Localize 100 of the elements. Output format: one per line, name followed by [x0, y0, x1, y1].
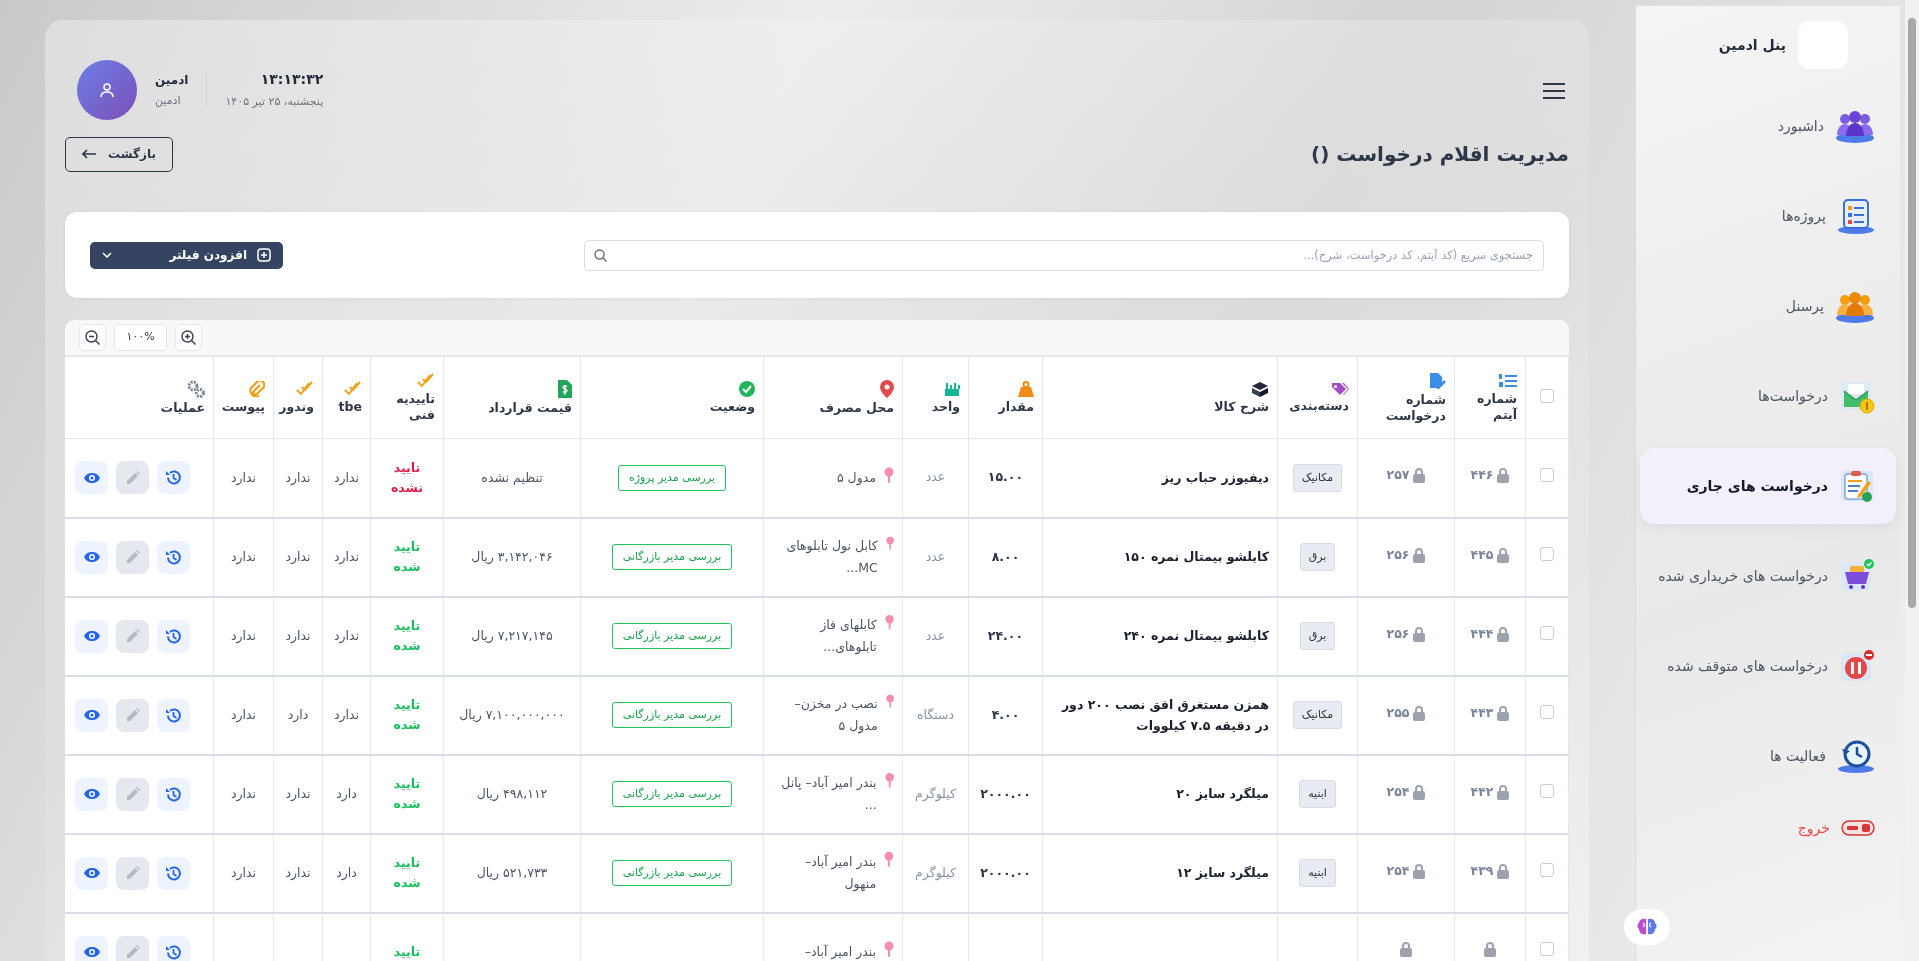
checkbox[interactable] — [1540, 942, 1554, 957]
history-icon — [165, 943, 182, 961]
checkbox[interactable] — [1540, 784, 1554, 799]
vendor-value: ندارد — [285, 549, 311, 565]
request-number: ۲۵۴ — [1386, 782, 1410, 801]
attachment-value: ندارد — [230, 707, 257, 723]
column-header: وضعیت — [709, 398, 755, 414]
user-role: ادمین — [155, 92, 182, 109]
request-number: ۲۵۷ — [1386, 466, 1410, 485]
contract-price: ۷,۱۰۰,۰۰۰,۰۰۰ ریال — [459, 707, 565, 723]
checkbox[interactable] — [1540, 863, 1554, 878]
zoom-level: ۱۰۰% — [114, 324, 167, 351]
view-button[interactable] — [75, 461, 108, 495]
status-tag: بررسی مدیر بازرگانی — [611, 622, 733, 650]
document-edit-icon — [1428, 371, 1446, 390]
column-header: شماره آیتم — [1477, 390, 1517, 422]
add-filter-button[interactable]: افزودن فیلتر — [90, 241, 283, 269]
request-number: ۲۵۴ — [1386, 861, 1410, 880]
item-description: میلگرد سایز ۱۲ — [1176, 865, 1269, 881]
sidebar-item[interactable]: درخواست های متوقف شده — [1640, 628, 1896, 704]
view-button[interactable] — [75, 698, 108, 732]
lock-icon — [1497, 863, 1510, 879]
box-icon — [1251, 380, 1269, 397]
approval-status: تایید شده — [393, 855, 421, 890]
history-button[interactable] — [157, 461, 190, 495]
clock-time: ۱۳:۱۳:۳۲ — [259, 70, 324, 90]
location-pin-icon — [884, 466, 894, 483]
location-text: نصب در مخزن– مدول ۵ — [793, 695, 878, 736]
quantity: ۲۰۰۰.۰۰ — [980, 864, 1031, 880]
view-button[interactable] — [75, 856, 108, 890]
vendor-value: دارد — [287, 707, 309, 723]
search-field[interactable]: جستجوی سریع (کد آیتم، کد درخواست، شرح)... — [584, 239, 1544, 271]
approval-status: تایید شده — [393, 618, 421, 653]
checkbox[interactable] — [1540, 705, 1554, 720]
item-description: همزن مستغرق افق نصب ۲۰۰ دور در دقیقه ۷.۵ کیلووات — [1061, 696, 1269, 733]
history-button[interactable] — [157, 540, 190, 574]
contract-price: تنظیم نشده — [481, 469, 543, 485]
column-header: وندور — [279, 398, 314, 414]
column-header: tbe — [338, 398, 362, 414]
assistant-button[interactable] — [1624, 909, 1670, 945]
vendor-value: ندارد — [285, 865, 311, 881]
category-tag: ابنیه — [1299, 858, 1336, 888]
date-text: پنجشنبه، ۲۵ تیر ۱۴۰۵ — [225, 94, 324, 111]
double-check-icon — [296, 380, 314, 397]
zoom-in-button[interactable] — [175, 324, 202, 351]
zoom-out-button[interactable] — [79, 324, 106, 351]
view-button[interactable] — [75, 777, 108, 811]
quantity: ۲۴.۰۰ — [987, 627, 1024, 643]
menu-icon — [1543, 82, 1565, 99]
checkbox[interactable] — [1540, 467, 1554, 482]
history-button[interactable] — [157, 935, 190, 961]
tbe-value: دارد — [336, 865, 357, 881]
sidebar-item[interactable]: پرسنل — [1640, 268, 1896, 344]
weight-icon — [1018, 380, 1034, 397]
view-button[interactable] — [75, 619, 108, 653]
view-button[interactable] — [75, 935, 108, 961]
sidebar-item[interactable]: درخواست های جاری — [1640, 448, 1896, 524]
back-button[interactable]: بازگشت — [65, 136, 173, 172]
lock-icon — [1497, 784, 1510, 800]
zoom-in-icon — [181, 330, 196, 345]
contract-price: ۴۹۸,۱۱۲ ریال — [476, 786, 548, 802]
sidebar-item[interactable]: داشبورد — [1640, 88, 1896, 164]
tbe-value: ندارد — [333, 469, 360, 485]
avatar — [77, 60, 137, 120]
attachment-value: ندارد — [230, 469, 257, 485]
checkbox[interactable] — [1540, 547, 1554, 562]
ruler-icon — [944, 380, 960, 397]
pencil-icon — [124, 944, 141, 960]
lock-icon — [1497, 468, 1510, 484]
checkbox[interactable] — [1540, 388, 1554, 403]
search-icon — [594, 248, 607, 262]
gears-icon — [187, 379, 205, 398]
checkbox[interactable] — [1540, 626, 1554, 641]
unit: عدد — [925, 548, 946, 564]
column-header: شرح کالا — [1214, 398, 1269, 414]
history-button[interactable] — [157, 856, 190, 890]
sidebar-item[interactable]: درخواست های خریداری شده — [1640, 538, 1896, 614]
history-button[interactable] — [157, 777, 190, 811]
location-text: کابل نول تابلوهای MC... — [785, 537, 878, 577]
unit: کیلوگرم — [915, 785, 956, 801]
view-button[interactable] — [75, 540, 108, 574]
brain-icon — [1636, 917, 1658, 937]
location-text: کابلهای فاز تابلوهای... — [818, 616, 877, 657]
pencil-icon — [124, 707, 141, 723]
quantity: ۱۵.۰۰ — [987, 469, 1024, 485]
history-icon — [165, 627, 182, 645]
invoice-icon — [558, 379, 572, 398]
location-pin-icon — [880, 379, 894, 398]
category-tag: برق — [1299, 621, 1336, 651]
sidebar-item[interactable]: پروژه‌ها — [1640, 178, 1896, 254]
status-tag: بررسی مدیر پروژه — [617, 464, 727, 491]
approval-status: تایید شده — [393, 776, 421, 811]
location-pin-icon — [885, 535, 894, 552]
sidebar-item[interactable]: درخواست‌ها — [1640, 358, 1896, 434]
approval-status: تایید شده — [393, 697, 421, 732]
location-text: بندر امیر آباد– منهول — [804, 853, 877, 894]
history-button[interactable] — [157, 619, 190, 653]
sidebar-item[interactable]: فعالیت ها — [1640, 718, 1896, 794]
history-button[interactable] — [157, 698, 190, 732]
attachment-value: ندارد — [230, 865, 257, 881]
